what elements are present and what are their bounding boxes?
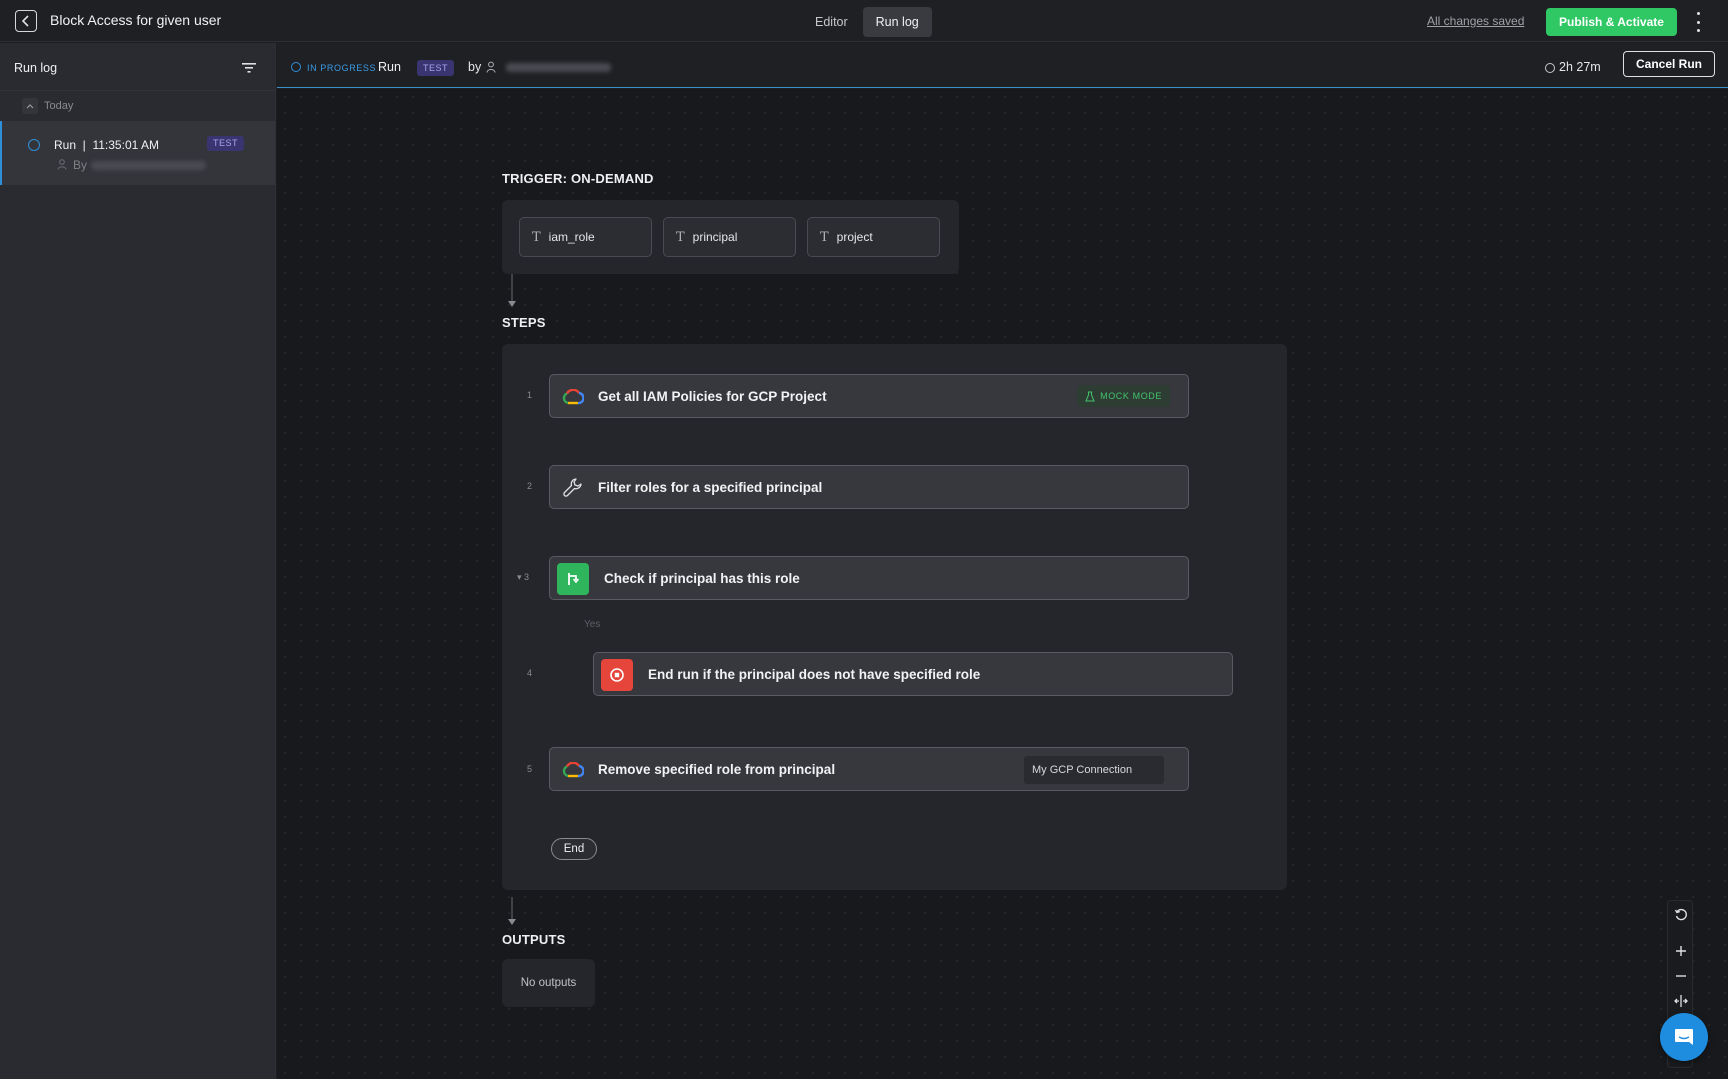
- run-by: By: [73, 158, 207, 172]
- google-cloud-icon: [560, 384, 586, 410]
- chevron-left-icon: [21, 15, 29, 27]
- step-title: Check if principal has this role: [604, 571, 800, 586]
- run-by-label: by: [468, 60, 482, 74]
- step-card-2[interactable]: Filter roles for a specified principal: [549, 465, 1189, 509]
- text-type-icon: T: [820, 229, 829, 245]
- group-label: Today: [44, 100, 74, 112]
- connection-chip[interactable]: My GCP Connection: [1024, 756, 1164, 784]
- trigger-params-box: T iam_role T principal T project: [502, 200, 959, 274]
- step-card-5[interactable]: Remove specified role from principal My …: [549, 747, 1189, 791]
- text-type-icon: T: [676, 229, 685, 245]
- sidebar-header: Run log: [0, 43, 275, 91]
- branch-icon: [557, 563, 589, 595]
- steps-box: [502, 344, 1287, 890]
- workflow-canvas[interactable]: TRIGGER: ON-DEMAND T iam_role T principa…: [277, 89, 1728, 1079]
- stop-icon: [601, 659, 633, 691]
- step-card-4[interactable]: End run if the principal does not have s…: [593, 652, 1233, 696]
- run-log-sidebar: Run log Today Run | 11:35:01 AM TEST By: [0, 43, 276, 1079]
- redacted-email: [506, 63, 611, 72]
- view-tabs: Editor Run log: [802, 7, 932, 37]
- steps-title: STEPS: [502, 315, 546, 330]
- step-number: 1: [527, 390, 533, 400]
- outputs-title: OUTPUTS: [502, 932, 566, 947]
- run-header: IN PROGRESS Run TEST by 2h 27m Cancel Ru…: [277, 43, 1728, 88]
- in-progress-status-icon: [291, 62, 301, 72]
- cancel-run-button[interactable]: Cancel Run: [1623, 51, 1715, 77]
- chevron-up-icon[interactable]: [22, 98, 38, 114]
- publish-activate-button[interactable]: Publish & Activate: [1546, 8, 1677, 36]
- step-card-1[interactable]: Get all IAM Policies for GCP Project MOC…: [549, 374, 1189, 418]
- run-item-label: Run | 11:35:01 AM: [54, 138, 159, 152]
- branch-yes-label: Yes: [584, 619, 601, 630]
- google-cloud-icon: [560, 757, 586, 783]
- outputs-box: No outputs: [502, 959, 595, 1007]
- text-type-icon: T: [532, 229, 541, 245]
- param-name: iam_role: [548, 230, 595, 244]
- back-button[interactable]: [15, 10, 37, 32]
- step-number: 4: [527, 668, 533, 678]
- user-icon: [486, 61, 496, 73]
- end-node: End: [551, 838, 597, 860]
- mock-mode-badge: MOCK MODE: [1077, 385, 1170, 407]
- param-name: principal: [692, 230, 738, 244]
- run-list-item[interactable]: Run | 11:35:01 AM TEST By: [0, 121, 275, 185]
- step-number-3[interactable]: ▾ 3: [517, 572, 529, 583]
- wrench-icon: [560, 475, 586, 501]
- step-title: Remove specified role from principal: [598, 762, 836, 777]
- param-chip-project[interactable]: T project: [807, 217, 940, 257]
- fit-icon[interactable]: [1668, 989, 1694, 1013]
- tab-run-log[interactable]: Run log: [862, 7, 932, 37]
- in-progress-status-icon: [28, 139, 40, 151]
- step-title: Get all IAM Policies for GCP Project: [598, 389, 827, 404]
- test-badge: TEST: [207, 136, 245, 151]
- zoom-in-icon[interactable]: [1668, 939, 1694, 963]
- run-label: Run: [378, 60, 401, 74]
- chat-icon: [1675, 1029, 1693, 1045]
- test-badge: TEST: [417, 60, 455, 76]
- param-chip-iam-role[interactable]: T iam_role: [519, 217, 652, 257]
- step-title: End run if the principal does not have s…: [648, 667, 981, 682]
- run-group-today[interactable]: Today: [0, 91, 275, 121]
- workflow-title: Block Access for given user: [50, 12, 222, 28]
- step-number: 2: [527, 481, 533, 491]
- tab-editor[interactable]: Editor: [802, 7, 861, 37]
- zoom-out-icon[interactable]: [1668, 964, 1694, 988]
- run-status: IN PROGRESS: [307, 63, 377, 73]
- redacted-email: [91, 161, 207, 171]
- sidebar-title: Run log: [14, 61, 58, 75]
- flask-icon: [1085, 391, 1095, 401]
- param-chip-principal[interactable]: T principal: [663, 217, 796, 257]
- user-icon: [57, 159, 67, 170]
- reset-icon[interactable]: [1668, 903, 1694, 927]
- chat-support-button[interactable]: [1660, 1013, 1708, 1061]
- filter-icon[interactable]: [242, 63, 256, 73]
- clock-icon: [1545, 63, 1555, 73]
- run-duration: 2h 27m: [1559, 60, 1601, 74]
- more-options-icon[interactable]: [1692, 12, 1704, 32]
- caret-down-icon[interactable]: ▾: [517, 572, 522, 582]
- saved-status-link[interactable]: All changes saved: [1427, 14, 1524, 28]
- trigger-title: TRIGGER: ON-DEMAND: [502, 171, 654, 186]
- top-bar: Block Access for given user Editor Run l…: [0, 0, 1728, 42]
- step-card-3[interactable]: Check if principal has this role: [549, 556, 1189, 600]
- step-number: 5: [527, 764, 533, 774]
- param-name: project: [836, 230, 873, 244]
- step-title: Filter roles for a specified principal: [598, 480, 823, 495]
